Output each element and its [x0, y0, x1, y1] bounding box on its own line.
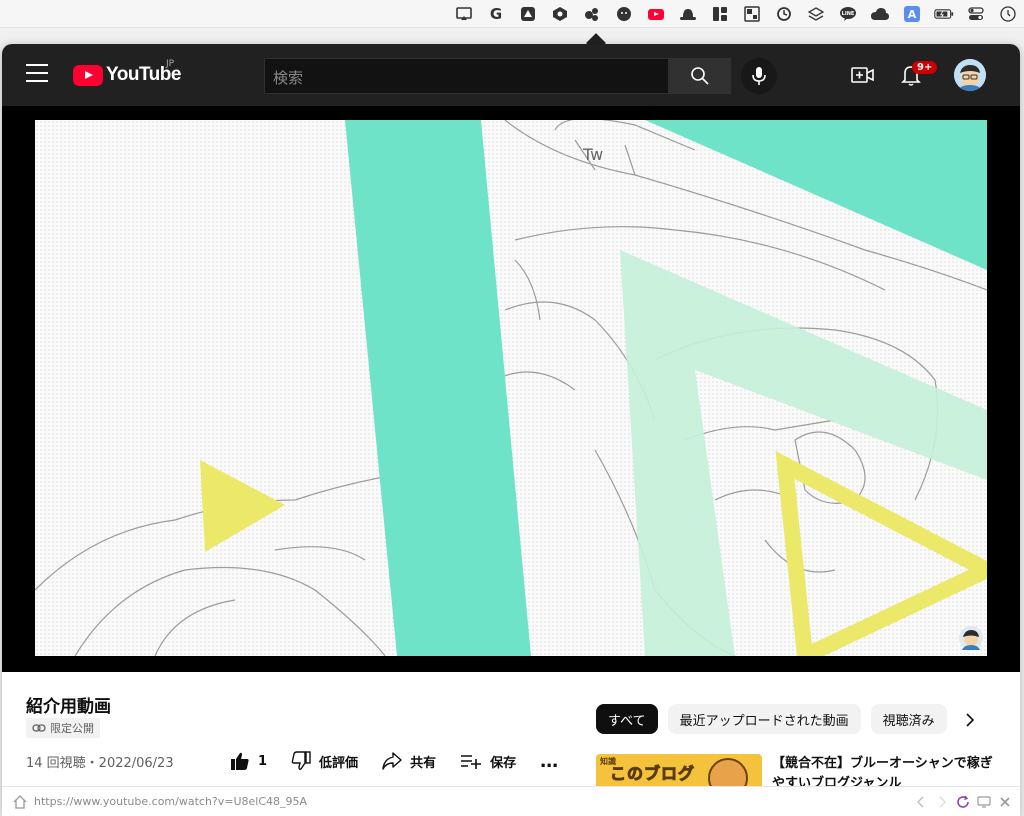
- video-add-icon: [851, 67, 874, 83]
- hat-icon[interactable]: [678, 4, 698, 24]
- video-frame[interactable]: Tw: [35, 120, 987, 656]
- home-icon[interactable]: [12, 794, 28, 810]
- search-icon: [691, 67, 709, 85]
- chip-watched[interactable]: 視聴済み: [870, 704, 947, 734]
- hamburger-menu-icon[interactable]: [26, 64, 48, 82]
- chips-next-button[interactable]: [957, 707, 983, 733]
- share-button[interactable]: 共有: [382, 749, 436, 773]
- visibility-label: 限定公開: [50, 722, 94, 735]
- display-icon[interactable]: [976, 794, 991, 809]
- forward-icon[interactable]: [934, 794, 949, 809]
- reload-icon[interactable]: [955, 794, 970, 809]
- input-source-icon[interactable]: A: [902, 4, 922, 24]
- youtube-play-icon: [73, 64, 103, 86]
- search-input[interactable]: 検索: [264, 58, 669, 94]
- dislike-label: 低評価: [319, 755, 359, 771]
- visibility-badge: 限定公開: [26, 718, 100, 738]
- recommended-video-thumbnail[interactable]: 知識 このブログ: [596, 754, 762, 786]
- cloud-icon[interactable]: [870, 4, 890, 24]
- bear-illustration: [708, 758, 748, 786]
- youtube-icon[interactable]: [646, 4, 666, 24]
- share-label: 共有: [410, 755, 437, 771]
- layout-icon[interactable]: [710, 4, 730, 24]
- recommended-video-title[interactable]: 【競合不在】ブルーオーシャンで稼ぎやすいブログジャンル: [772, 754, 1002, 786]
- link-icon: [32, 724, 46, 732]
- thumbnail-text: このブログ: [609, 764, 696, 784]
- youtube-header: YouTube JP 検索 9+: [2, 44, 1020, 106]
- notification-badge: 9+: [912, 61, 938, 74]
- channel-watermark[interactable]: [959, 626, 983, 650]
- video-title: 紹介用動画: [26, 697, 111, 717]
- status-tools: [913, 794, 1012, 809]
- svg-text:LINE: LINE: [842, 11, 855, 17]
- status-url-bar: https://www.youtube.com/watch?v=U8elC48_…: [2, 786, 1020, 816]
- macos-menubar: G LINE A: [0, 0, 1024, 28]
- thumbs-down-icon: [291, 751, 311, 770]
- app-icon[interactable]: [614, 4, 634, 24]
- create-video-button[interactable]: [850, 62, 876, 88]
- more-actions-button[interactable]: …: [540, 749, 559, 773]
- chips-row: すべて 最近アップロードされた動画 視聴済み: [596, 704, 956, 734]
- like-button[interactable]: 1: [230, 749, 267, 773]
- video-artwork: Tw: [35, 120, 987, 656]
- menubar-status-icons: G LINE A: [454, 4, 1018, 24]
- line-icon[interactable]: LINE: [838, 4, 858, 24]
- video-player[interactable]: Tw: [2, 106, 1020, 672]
- back-icon[interactable]: [913, 794, 928, 809]
- airplay-icon[interactable]: [454, 4, 474, 24]
- grid-icon[interactable]: [742, 4, 762, 24]
- share-icon: [382, 752, 402, 770]
- chevron-right-icon: [966, 713, 975, 727]
- chip-recent-uploads[interactable]: 最近アップロードされた動画: [667, 704, 861, 734]
- save-label: 保存: [490, 755, 517, 771]
- chip-all[interactable]: すべて: [596, 704, 658, 734]
- app-icon[interactable]: [582, 4, 602, 24]
- layers-icon[interactable]: [806, 4, 826, 24]
- timer-icon[interactable]: [774, 4, 794, 24]
- close-icon[interactable]: [997, 794, 1012, 809]
- youtube-popover-window: YouTube JP 検索 9+ Tw 紹介用動画 限定公開 14 回視聴・20…: [2, 44, 1020, 816]
- dislike-button[interactable]: 低評価: [291, 749, 358, 773]
- svg-text:Tw: Tw: [582, 145, 603, 164]
- video-meta: 14 回視聴・2022/06/23: [26, 756, 174, 771]
- google-icon[interactable]: G: [486, 4, 506, 24]
- control-center-icon[interactable]: [966, 4, 986, 24]
- search-button[interactable]: [669, 58, 731, 94]
- status-url: https://www.youtube.com/watch?v=U8elC48_…: [34, 795, 308, 808]
- app-icon[interactable]: [550, 4, 570, 24]
- microphone-icon: [752, 67, 766, 85]
- playlist-add-icon: [461, 755, 482, 769]
- video-actions: 1 低評価 共有 保存 …: [230, 749, 559, 773]
- filter-chips: すべて 最近アップロードされた動画 視聴済み: [596, 704, 956, 738]
- like-count: 1: [258, 753, 268, 769]
- battery-icon[interactable]: [934, 4, 954, 24]
- voice-search-button[interactable]: [741, 58, 777, 94]
- avatar[interactable]: [954, 59, 986, 91]
- drive-icon[interactable]: [518, 4, 538, 24]
- youtube-logo[interactable]: YouTube: [73, 64, 181, 86]
- save-button[interactable]: 保存: [460, 749, 516, 773]
- logo-region: JP: [166, 59, 175, 69]
- thumbs-up-icon: [231, 752, 249, 770]
- clock-icon[interactable]: [998, 4, 1018, 24]
